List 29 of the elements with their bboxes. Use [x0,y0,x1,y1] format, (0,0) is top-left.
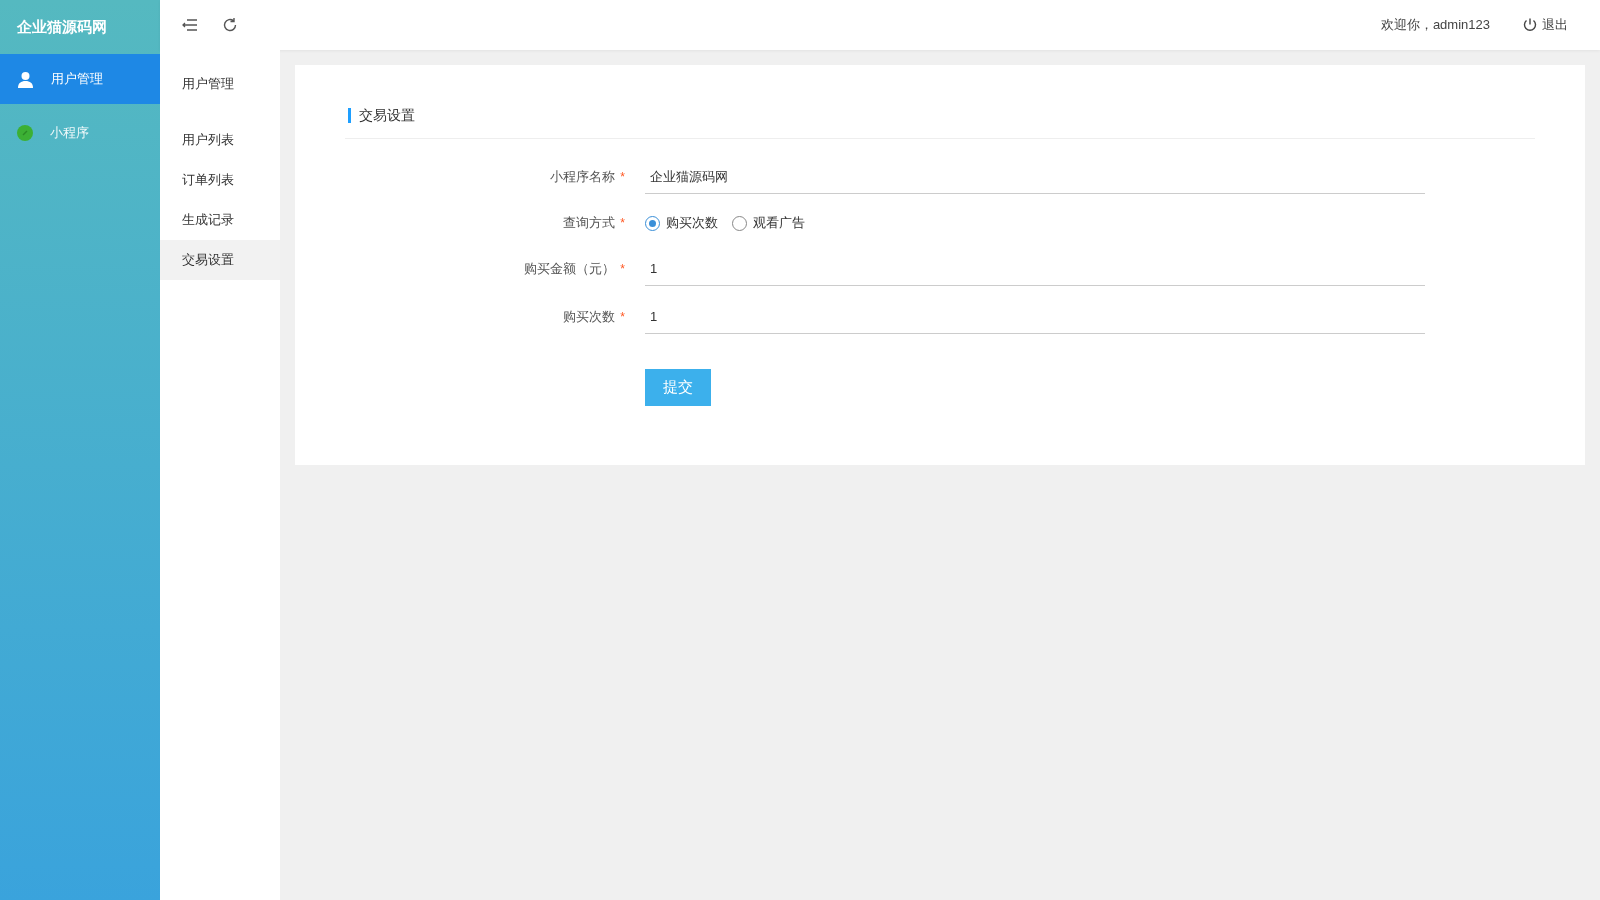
radio-option[interactable]: 观看广告 [732,213,805,233]
required-mark: * [620,215,625,232]
required-mark: * [620,169,625,186]
logout-button[interactable]: 退出 [1522,15,1568,35]
field-label: 购买金额（元） [524,260,616,279]
logo-text: 企业猫源码网 [17,16,107,37]
submenu-item[interactable]: 订单列表 [160,160,280,200]
user-icon [17,70,34,88]
radio-option[interactable]: 购买次数 [645,213,718,233]
welcome-text: 欢迎你，admin123 [1380,16,1490,35]
sidebar-item[interactable]: 用户管理 [0,54,160,104]
card-title: 交易设置 [359,106,415,125]
submenu-title: 用户管理 [182,75,234,94]
text-field[interactable]: 1 [645,252,1425,286]
title-accent-bar [348,108,351,123]
text-field[interactable]: 1 [645,300,1425,334]
field-label: 小程序名称 [550,168,616,187]
power-icon [1522,17,1538,33]
required-mark: * [620,261,625,278]
required-mark: * [620,309,625,326]
field-label: 查询方式 [563,214,616,233]
field-label: 购买次数 [563,308,616,327]
refresh-icon[interactable] [222,17,238,33]
submenu-item[interactable]: 用户列表 [160,120,280,160]
link-icon [17,125,33,141]
submenu-item[interactable]: 交易设置 [160,240,280,280]
submenu-item[interactable]: 生成记录 [160,200,280,240]
text-field[interactable]: 企业猫源码网 [645,160,1425,194]
menu-icon[interactable] [182,18,198,32]
